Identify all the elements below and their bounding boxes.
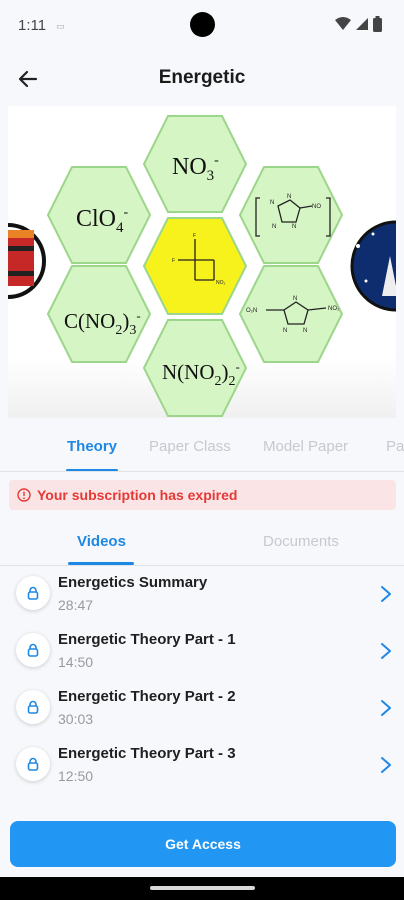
system-nav-bar — [0, 877, 404, 900]
status-time: 1:11 — [18, 17, 47, 34]
list-item[interactable]: Energetic Theory Part - 1 14:50 — [0, 623, 404, 680]
get-access-button[interactable]: Get Access — [10, 821, 396, 867]
lock-icon — [16, 633, 50, 667]
chevron-right-icon[interactable] — [376, 583, 396, 605]
svg-text:N: N — [270, 200, 274, 206]
svg-text:F: F — [172, 258, 175, 264]
course-tabs: Theory Paper Class Model Paper Pa — [0, 424, 404, 472]
home-handle[interactable] — [150, 886, 255, 890]
svg-text:NO₂: NO₂ — [216, 280, 226, 286]
subscription-expired-alert: Your subscription has expired — [9, 480, 396, 510]
banner-illustration: NO3- ClO4- C(NO2)3- N(NO2)2- NN NN NO FF… — [8, 115, 396, 417]
svg-text:N: N — [292, 224, 296, 230]
chevron-right-icon[interactable] — [376, 640, 396, 662]
video-title: Energetic Theory Part - 2 — [58, 688, 236, 705]
tabs-divider — [0, 471, 404, 472]
video-duration: 12:50 — [58, 768, 94, 784]
tab-videos[interactable]: Videos — [77, 533, 126, 550]
rocket-image — [350, 220, 396, 312]
sim-icon: ▭ — [56, 21, 65, 31]
wifi-icon — [335, 17, 351, 30]
lock-icon — [16, 576, 50, 610]
list-item[interactable]: Energetic Theory Part - 2 30:03 — [0, 680, 404, 737]
svg-text:N: N — [293, 296, 297, 302]
alert-circle-icon — [17, 488, 31, 502]
tab-theory[interactable]: Theory — [67, 438, 117, 455]
hexagon-tetrazole — [238, 166, 344, 264]
hexagon-triazole — [238, 265, 344, 363]
svg-text:O₂N: O₂N — [246, 308, 257, 314]
lock-icon — [16, 747, 50, 781]
content-tabs: Videos Documents — [0, 520, 404, 566]
signal-icon — [356, 18, 368, 30]
video-duration: 28:47 — [58, 597, 94, 613]
status-bar: 1:11 ▭ — [0, 0, 404, 52]
list-item[interactable]: Energetics Summary 28:47 — [0, 566, 404, 623]
video-title: Energetic Theory Part - 3 — [58, 745, 236, 762]
course-banner-image: NO3- ClO4- C(NO2)3- N(NO2)2- NN NN NO FF… — [8, 106, 396, 418]
video-title: Energetics Summary — [58, 574, 208, 591]
video-title: Energetic Theory Part - 1 — [58, 631, 236, 648]
svg-text:N: N — [287, 194, 291, 200]
list-item[interactable]: Energetic Theory Part - 3 12:50 — [0, 737, 404, 794]
battery-icon — [373, 16, 382, 32]
svg-text:NO: NO — [312, 204, 321, 210]
lock-icon — [16, 690, 50, 724]
alert-text: Your subscription has expired — [37, 487, 238, 503]
svg-text:N: N — [272, 224, 276, 230]
dynamite-image — [8, 223, 46, 299]
video-list: Energetics Summary 28:47 Energetic Theor… — [0, 566, 404, 794]
camera-cutout — [190, 12, 215, 37]
tab-model-paper[interactable]: Model Paper — [263, 438, 348, 455]
app-bar: Energetic — [0, 52, 404, 106]
svg-text:NO₂: NO₂ — [328, 306, 340, 312]
video-duration: 14:50 — [58, 654, 94, 670]
page-title: Energetic — [158, 67, 246, 88]
chevron-right-icon[interactable] — [376, 754, 396, 776]
svg-text:N: N — [283, 328, 287, 334]
svg-text:F: F — [193, 233, 196, 239]
tab-paper-class[interactable]: Paper Class — [149, 438, 231, 455]
video-duration: 30:03 — [58, 711, 94, 727]
status-icons — [335, 16, 382, 32]
svg-text:N: N — [303, 328, 307, 334]
chevron-right-icon[interactable] — [376, 697, 396, 719]
tab-more[interactable]: Pa — [386, 438, 404, 455]
tab-documents[interactable]: Documents — [263, 533, 339, 550]
